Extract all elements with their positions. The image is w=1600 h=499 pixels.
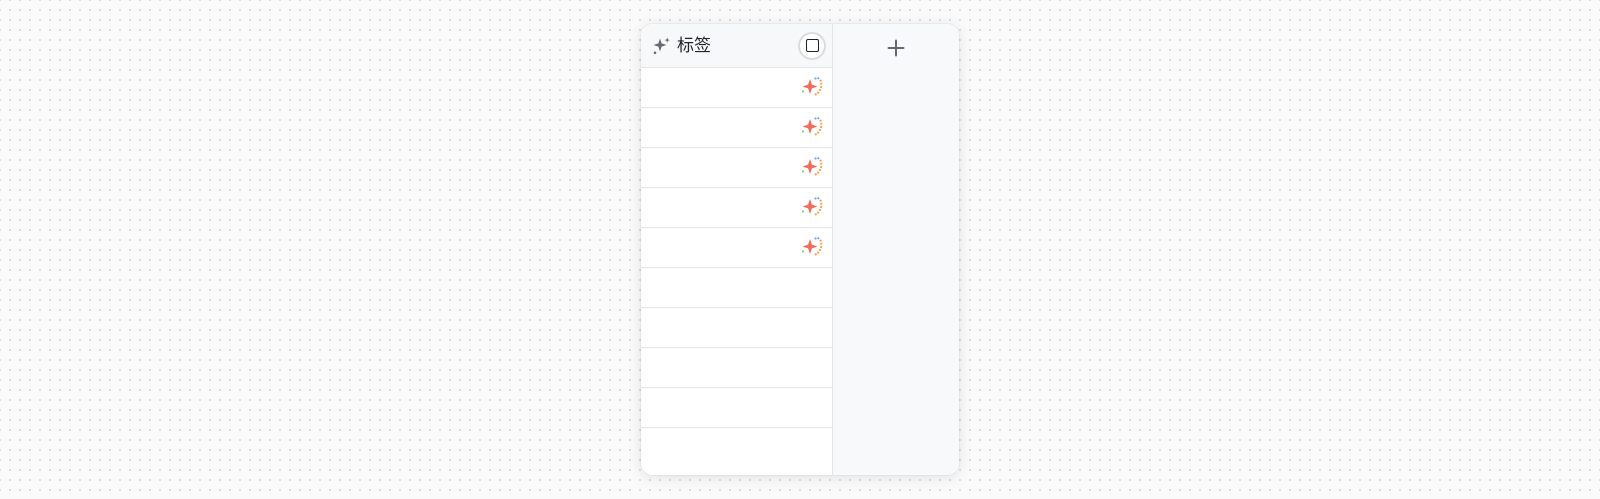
- column-title: 标签: [677, 35, 711, 56]
- sparkle-icon: [652, 36, 672, 56]
- table-row[interactable]: [641, 308, 832, 348]
- table-row[interactable]: [641, 148, 832, 188]
- ai-autofill-icon[interactable]: [800, 115, 826, 141]
- add-column-area: [833, 24, 959, 475]
- ai-autofill-icon[interactable]: [800, 155, 826, 181]
- select-all-checkbox[interactable]: [798, 31, 826, 60]
- rows-container: [641, 68, 832, 475]
- table-row[interactable]: [641, 108, 832, 148]
- ai-autofill-icon[interactable]: [800, 75, 826, 101]
- column-header[interactable]: 标签: [641, 24, 832, 68]
- table-row[interactable]: [641, 228, 832, 268]
- table-row[interactable]: [641, 428, 832, 468]
- table-row[interactable]: [641, 68, 832, 108]
- table-row[interactable]: [641, 188, 832, 228]
- table-card: 标签: [641, 24, 959, 475]
- tag-column: 标签: [641, 24, 833, 475]
- add-column-button[interactable]: [884, 36, 908, 60]
- ai-autofill-icon[interactable]: [800, 235, 826, 261]
- table-row[interactable]: [641, 388, 832, 428]
- table-row[interactable]: [641, 348, 832, 388]
- plus-icon: [887, 39, 905, 57]
- ai-autofill-icon[interactable]: [800, 195, 826, 221]
- table-row[interactable]: [641, 268, 832, 308]
- checkbox-square-icon: [805, 39, 819, 52]
